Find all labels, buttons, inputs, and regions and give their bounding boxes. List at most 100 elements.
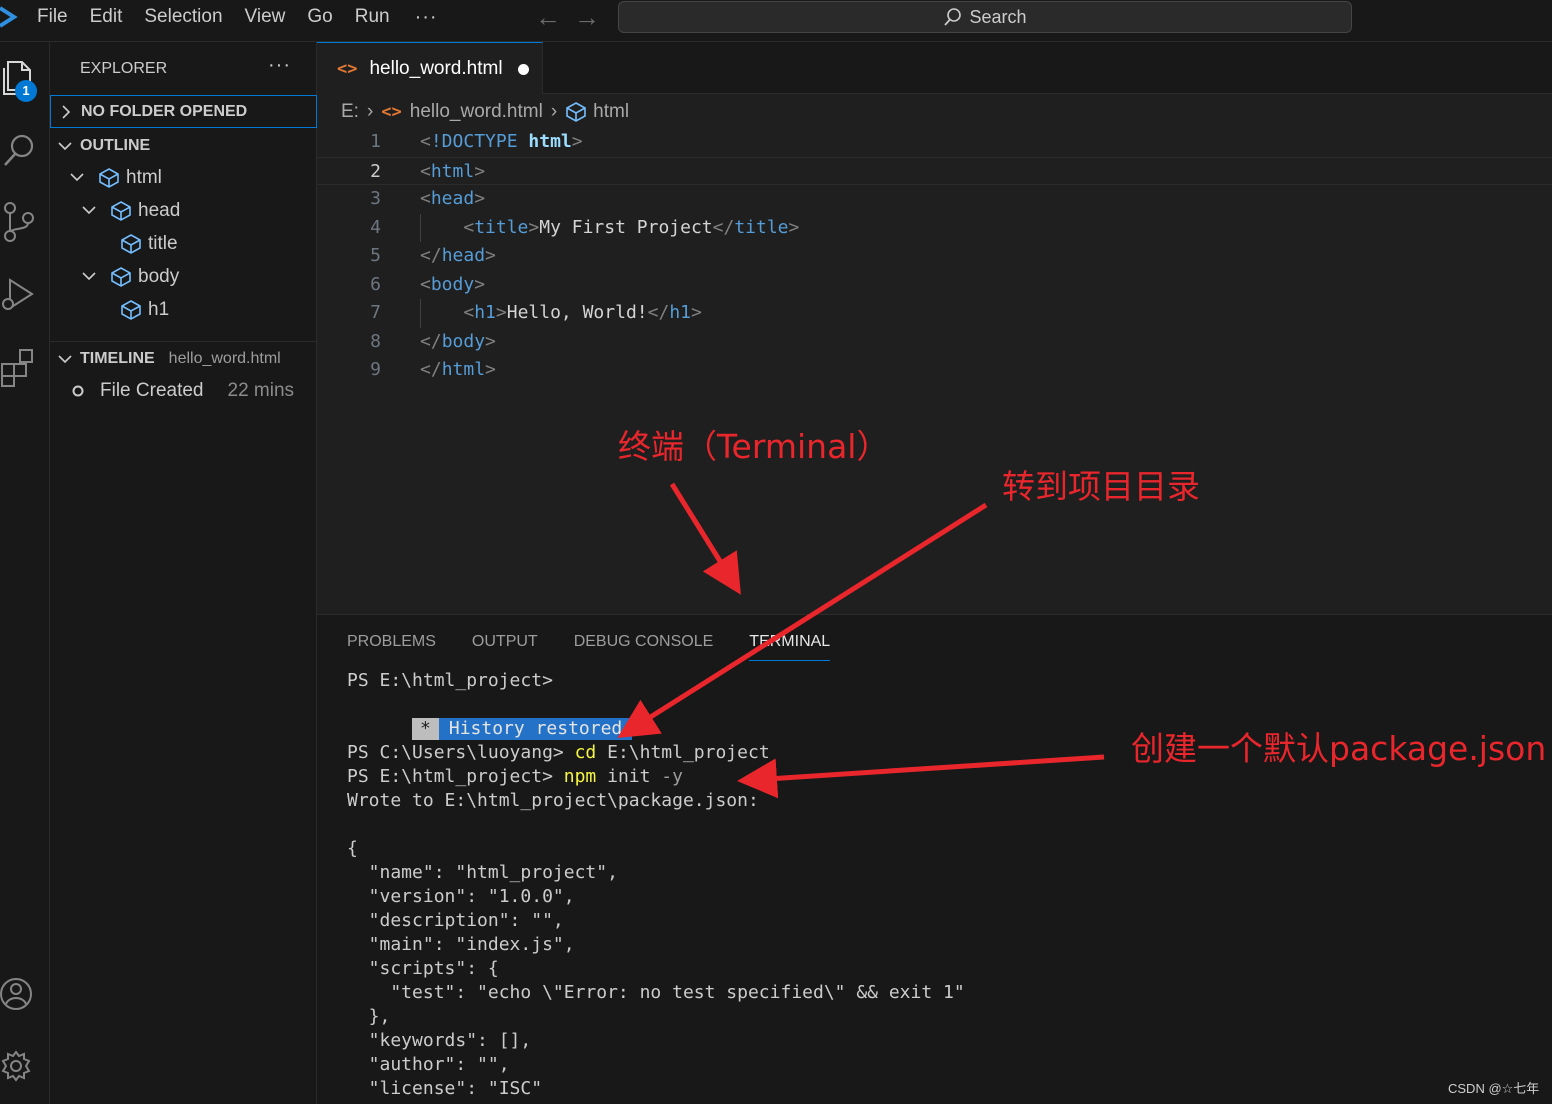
terminal-line: "test": "echo \"Error: no test specified… (347, 982, 965, 1003)
menu-run[interactable]: Run (344, 0, 401, 34)
code-text: <html> (420, 160, 486, 182)
code-line[interactable]: 3 <head> (317, 185, 1552, 214)
html-file-icon: <> (381, 102, 402, 122)
menu-selection[interactable]: Selection (133, 0, 233, 34)
explorer-badge: 1 (15, 80, 37, 102)
code-text: <body> (420, 273, 486, 295)
no-folder-section-header[interactable]: NO FOLDER OPENED (50, 95, 317, 128)
breadcrumb-drive[interactable]: E: (341, 101, 359, 123)
explorer-sidebar: EXPLORER ··· NO FOLDER OPENED OUTLINE ht… (50, 42, 317, 1104)
menu-file[interactable]: File (26, 0, 79, 34)
package-json-output: { "name": "html_project", "version": "1.… (347, 837, 965, 1101)
breadcrumb-file[interactable]: hello_word.html (410, 101, 543, 123)
terminal-line: }, (347, 1006, 391, 1027)
editor-tab-bar: <> hello_word.html (317, 42, 1552, 95)
watermark: CSDN @☆七年 (1448, 1081, 1540, 1096)
terminal-line: "keywords": [], (347, 1030, 532, 1051)
tab-output[interactable]: OUTPUT (472, 631, 538, 661)
code-line[interactable]: 9 </html> (317, 356, 1552, 385)
chevron-right-icon: › (366, 101, 374, 122)
code-text: <head> (420, 188, 486, 209)
terminal-line: PS C:\Users\luoyang> cd E:\html_project (347, 741, 965, 765)
accounts-icon[interactable] (0, 972, 40, 1016)
terminal-argument: init (596, 766, 662, 787)
back-arrow-icon[interactable]: ← (535, 2, 561, 33)
code-line[interactable]: 1 <!DOCTYPE html> (317, 128, 1552, 157)
code-text: <h1>Hello, World!</h1> (463, 302, 702, 323)
outline-item-body[interactable]: body (82, 260, 179, 293)
menu-go[interactable]: Go (296, 0, 343, 34)
code-line[interactable]: 4 <title>My First Project</title> (317, 214, 1552, 243)
terminal-line: * History restored (347, 693, 965, 740)
outline-item-title[interactable]: title (120, 227, 178, 260)
vscode-logo-icon (0, 6, 18, 28)
search-icon (944, 8, 962, 26)
breadcrumb: E: › <> hello_word.html › html (341, 100, 629, 124)
explorer-more-button[interactable]: ··· (268, 54, 291, 77)
tab-label: hello_word.html (369, 58, 503, 79)
code-text: </body> (420, 330, 496, 352)
line-number: 4 (370, 216, 381, 238)
search-label: Search (969, 6, 1027, 27)
indent-guide (420, 213, 421, 242)
tab-hello-word-html[interactable]: <> hello_word.html (317, 42, 543, 95)
terminal-line: Wrote to E:\html_project\package.json: (347, 790, 759, 811)
timeline-entry-time: 22 mins (227, 380, 295, 401)
line-number: 3 (370, 188, 381, 209)
terminal-line: PS E:\html_project> (347, 670, 553, 691)
symbol-element-icon (99, 167, 119, 188)
tab-debug-console[interactable]: DEBUG CONSOLE (574, 631, 714, 661)
forward-arrow-icon[interactable]: → (574, 2, 600, 33)
menu-view[interactable]: View (234, 0, 297, 34)
no-folder-label: NO FOLDER OPENED (81, 102, 248, 120)
command-center-search[interactable]: Search (618, 1, 1352, 33)
symbol-element-icon (566, 102, 586, 122)
tab-terminal[interactable]: TERMINAL (749, 631, 831, 661)
code-text: <title>My First Project</title> (463, 216, 800, 238)
terminal-prompt: PS C:\Users\luoyang> (347, 742, 575, 763)
code-line[interactable]: 6 <body> (317, 271, 1552, 300)
outline-item-label: h1 (148, 298, 170, 320)
chevron-down-icon (50, 342, 80, 375)
timeline-entry[interactable]: File Created 22 mins (70, 376, 294, 406)
chevron-down-icon (70, 172, 84, 181)
line-number: 9 (370, 359, 381, 380)
history-restored-label: History restored (438, 718, 633, 740)
extensions-icon[interactable] (0, 344, 40, 388)
menu-more-button[interactable]: ··· (401, 0, 452, 34)
outline-section-header[interactable]: OUTLINE (50, 129, 317, 162)
terminal-command: npm (563, 766, 597, 787)
source-control-icon[interactable] (0, 200, 40, 244)
terminal-line: "scripts": { (347, 958, 499, 979)
line-number: 5 (370, 245, 381, 266)
outline-item-head[interactable]: head (82, 194, 180, 227)
terminal-argument: E:\html_project (596, 742, 770, 763)
code-line[interactable]: 5 </head> (317, 242, 1552, 271)
settings-gear-icon[interactable] (0, 1044, 40, 1088)
code-line[interactable]: 8 </body> (317, 328, 1552, 357)
code-editor[interactable]: E: › <> hello_word.html › html 1 <!DOCTYP… (317, 94, 1552, 614)
unsaved-dot-icon[interactable] (518, 64, 529, 75)
search-view-icon[interactable] (0, 128, 40, 172)
timeline-entry-label: File Created (100, 380, 204, 401)
outline-item-html[interactable]: html (70, 161, 162, 194)
circle-icon (72, 385, 84, 397)
menu-bar: File Edit Selection View Go Run ··· (26, 0, 452, 34)
outline-item-label: body (138, 265, 180, 287)
timeline-section-header[interactable]: TIMELINE hello_word.html (50, 342, 317, 375)
code-text: </html> (420, 359, 496, 380)
code-line[interactable]: 7 <h1>Hello, World!</h1> (317, 299, 1552, 328)
terminal-output[interactable]: PS E:\html_project> * History restored PS… (347, 669, 965, 1101)
code-line[interactable]: 2 <html> (317, 156, 1552, 185)
run-debug-icon[interactable] (0, 272, 40, 316)
breadcrumb-symbol[interactable]: html (593, 101, 629, 123)
outline-item-label: head (138, 199, 181, 221)
menu-edit[interactable]: Edit (79, 0, 134, 34)
line-number: 8 (370, 330, 381, 352)
terminal-command: cd (574, 742, 597, 763)
chevron-down-icon (82, 205, 96, 214)
outline-item-h1[interactable]: h1 (120, 293, 169, 326)
symbol-element-icon (111, 200, 131, 221)
tab-problems[interactable]: PROBLEMS (347, 631, 436, 661)
